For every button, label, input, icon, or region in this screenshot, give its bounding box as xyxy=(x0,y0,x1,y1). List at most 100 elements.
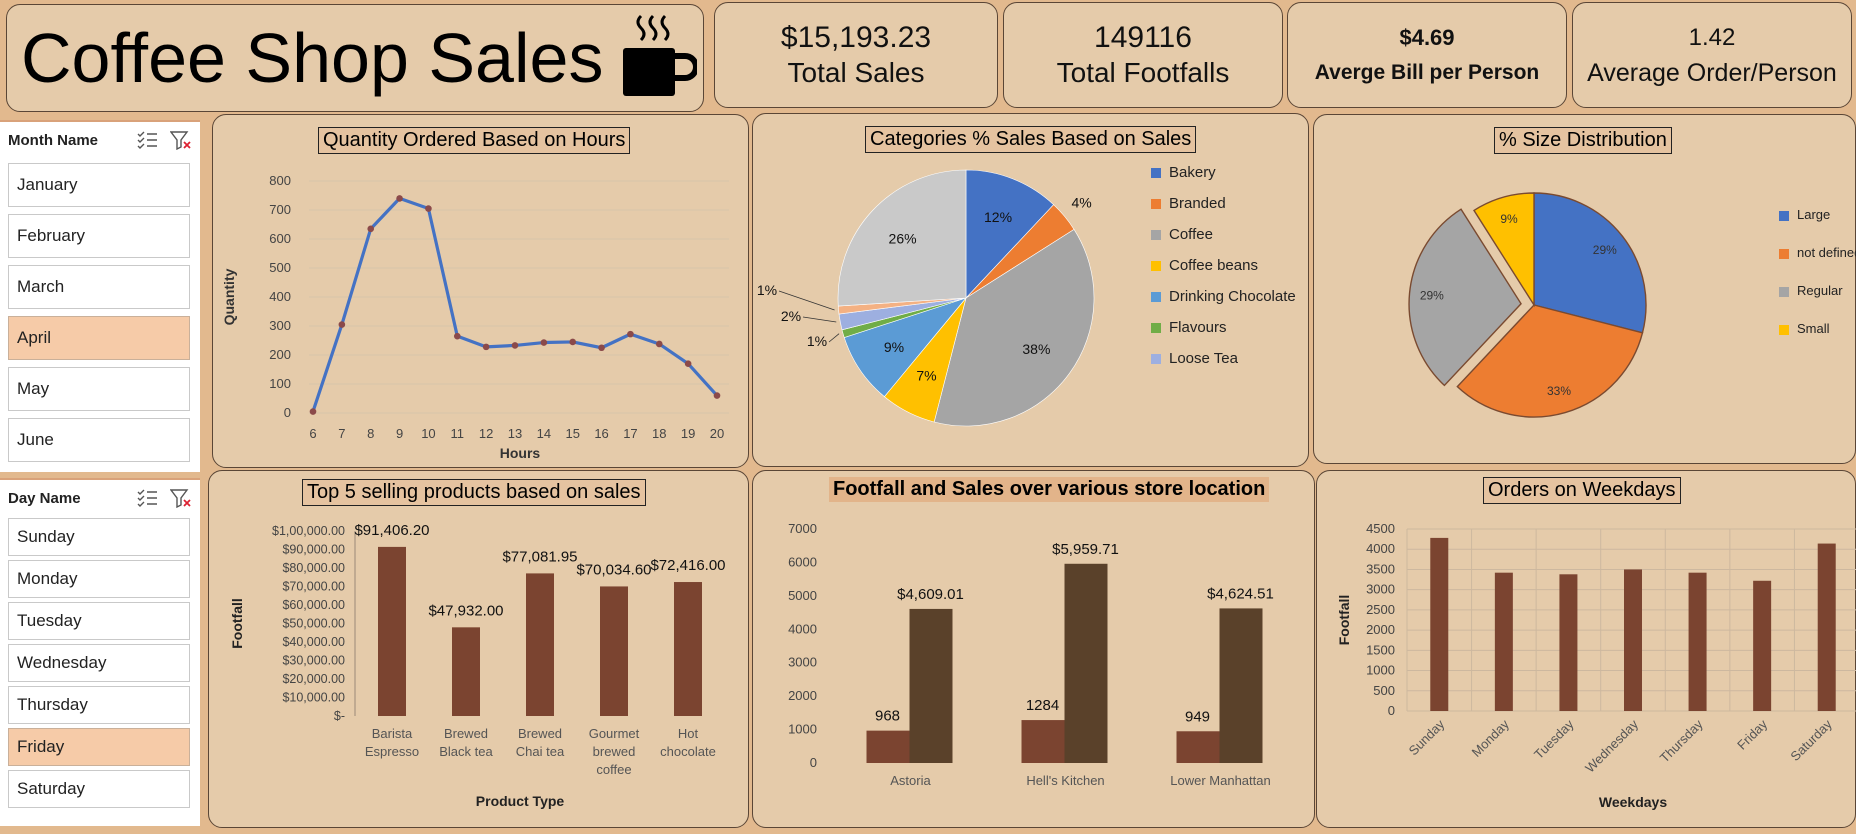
x-tick-label: Monday xyxy=(1469,716,1513,760)
hours-chart-card: 0 100 200 300 400 500 600 700 800 6 7 8 9 10 11 12 13 14 1… xyxy=(212,114,749,468)
day-slicer-title: Day Name xyxy=(8,489,81,507)
bar xyxy=(909,608,953,763)
legend-swatch xyxy=(1151,292,1161,302)
data-label: $4,624.51 xyxy=(1207,585,1274,602)
x-tick-label: Chai tea xyxy=(516,744,565,759)
x-tick-label: 6 xyxy=(309,426,316,441)
size-pie-chart: 29% 33% 29% 9% xyxy=(1408,192,1647,418)
data-point xyxy=(453,332,461,340)
legend-label: Drinking Chocolate xyxy=(1169,288,1296,305)
legend-label: Coffee xyxy=(1169,226,1213,243)
x-tick-label: Black tea xyxy=(439,744,493,759)
kpi-label: Average Order/Person xyxy=(1587,59,1837,87)
x-tick-label: 15 xyxy=(565,426,579,441)
y-tick-label: 2000 xyxy=(1366,622,1395,637)
products-bar-chart: $- $10,000.00 $20,000.00 $30,000.00 $40,000.… xyxy=(229,522,726,809)
slice-label: 1% xyxy=(757,282,777,298)
y-tick-label: $1,00,000.00 xyxy=(272,524,345,538)
x-tick-label: Astoria xyxy=(890,773,931,788)
y-tick-label: 4000 xyxy=(788,621,817,636)
x-axis-label: Weekdays xyxy=(1599,794,1667,810)
multi-select-icon[interactable] xyxy=(136,488,158,508)
categories-chart-title: Categories % Sales Based on Sales xyxy=(865,126,1197,153)
data-point xyxy=(627,330,634,338)
bar xyxy=(1219,608,1263,763)
data-point xyxy=(338,321,346,328)
x-tick-label: Barista xyxy=(372,726,413,741)
legend-swatch xyxy=(1151,323,1161,333)
y-tick-label: 200 xyxy=(269,347,291,362)
data-point xyxy=(482,343,490,351)
legend-item: Loose Tea xyxy=(1151,350,1296,381)
slicer-item-tuesday[interactable]: Tuesday xyxy=(8,602,190,640)
data-point xyxy=(511,342,519,349)
clear-filter-icon[interactable] xyxy=(170,130,192,150)
kpi-average-bill: $4.69 Averge Bill per Person xyxy=(1287,2,1567,108)
x-tick-label: 12 xyxy=(479,426,493,441)
kpi-total-sales: $15,193.23 Total Sales xyxy=(714,2,998,108)
bar xyxy=(1559,574,1578,711)
slicer-item-sunday[interactable]: Sunday xyxy=(8,518,190,556)
data-point xyxy=(684,360,692,367)
month-slicer: Month Name January February March April May J… xyxy=(0,120,200,472)
x-tick-label: coffee xyxy=(596,762,631,777)
legend-swatch xyxy=(1779,249,1789,259)
x-tick-label: 7 xyxy=(338,426,345,441)
data-label: $47,932.00 xyxy=(428,602,503,619)
slice-label: 12% xyxy=(984,209,1012,225)
slicer-item-wednesday[interactable]: Wednesday xyxy=(8,644,190,682)
x-tick-label: 20 xyxy=(710,426,724,441)
slicer-item-friday[interactable]: Friday xyxy=(8,728,190,766)
multi-select-icon[interactable] xyxy=(136,130,158,150)
legend-swatch xyxy=(1779,211,1789,221)
bar xyxy=(452,627,480,716)
slicer-item-monday[interactable]: Monday xyxy=(8,560,190,598)
slice-label: 29% xyxy=(1593,243,1617,257)
y-tick-label: 700 xyxy=(269,202,291,217)
hours-chart-title: Quantity Ordered Based on Hours xyxy=(318,127,631,154)
x-tick-label: Hot xyxy=(678,726,699,741)
bar xyxy=(674,582,702,716)
data-label: $5,959.71 xyxy=(1052,541,1119,558)
slice-label: 29% xyxy=(1420,288,1444,302)
kpi-label: Averge Bill per Person xyxy=(1314,61,1540,84)
size-chart-title: % Size Distribution xyxy=(1494,127,1672,154)
slicer-item-thursday[interactable]: Thursday xyxy=(8,686,190,724)
slicer-item-april[interactable]: April xyxy=(8,316,190,360)
y-tick-label: 1000 xyxy=(788,722,817,737)
slicer-item-february[interactable]: February xyxy=(8,214,190,258)
data-point xyxy=(713,392,721,399)
legend-item: Large xyxy=(1779,207,1856,245)
kpi-label: Total Footfalls xyxy=(1056,57,1230,88)
data-label: 949 xyxy=(1185,708,1210,725)
kpi-total-footfalls: 149116 Total Footfalls xyxy=(1003,2,1283,108)
y-tick-label: 3000 xyxy=(1366,582,1395,597)
y-tick-label: $50,000.00 xyxy=(282,617,345,631)
x-tick-label: 16 xyxy=(594,426,608,441)
slicer-item-saturday[interactable]: Saturday xyxy=(8,770,190,808)
slice-label: 33% xyxy=(1547,384,1571,398)
legend-label: Large xyxy=(1797,207,1831,222)
bar xyxy=(1688,572,1707,711)
y-tick-label: 0 xyxy=(810,755,817,770)
y-tick-label: 500 xyxy=(1373,683,1395,698)
categories-legend: Bakery Branded Coffee Coffee beans Drinking … xyxy=(1151,164,1296,381)
bar xyxy=(526,573,554,716)
clear-filter-icon[interactable] xyxy=(170,488,192,508)
slicer-item-may[interactable]: May xyxy=(8,367,190,411)
legend-item: Flavours xyxy=(1151,319,1296,350)
slicer-item-june[interactable]: June xyxy=(8,418,190,462)
x-tick-label: Sunday xyxy=(1406,716,1448,758)
size-legend: Large not defined Regular Small xyxy=(1779,207,1856,359)
x-tick-label: brewed xyxy=(593,744,636,759)
slicer-item-january[interactable]: January xyxy=(8,163,190,207)
legend-item: Regular xyxy=(1779,283,1856,321)
data-label: $77,081.95 xyxy=(502,548,577,565)
bar xyxy=(1021,720,1065,763)
data-point xyxy=(309,408,317,415)
legend-label: Small xyxy=(1797,321,1830,336)
slice-label: 38% xyxy=(1022,341,1050,357)
day-slicer: Day Name Sunday Monday Tuesday Wednesday Thu… xyxy=(0,478,200,826)
dashboard-title-card: Coffee Shop Sales xyxy=(6,4,704,112)
slicer-item-march[interactable]: March xyxy=(8,265,190,309)
